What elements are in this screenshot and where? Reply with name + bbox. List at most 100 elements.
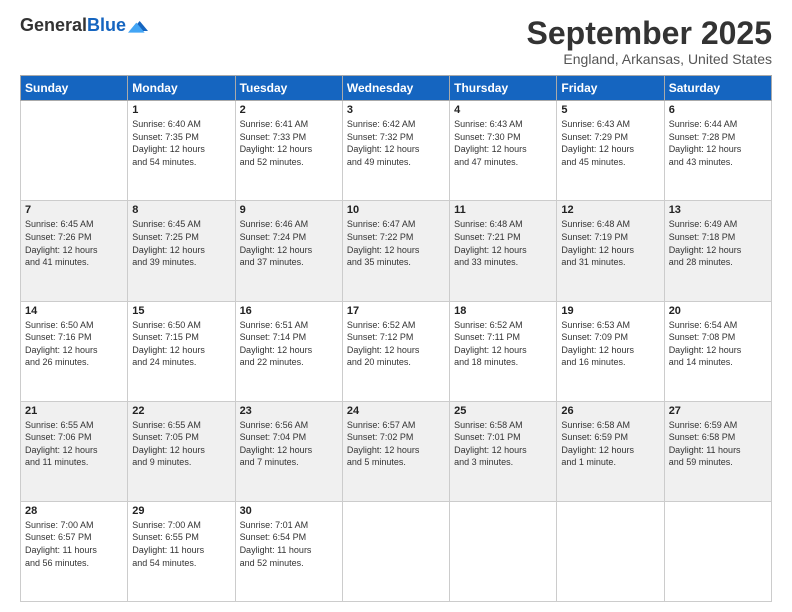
day-info: Sunrise: 6:52 AMSunset: 7:12 PMDaylight:… bbox=[347, 319, 445, 369]
day-number: 23 bbox=[240, 405, 338, 417]
title-section: September 2025 England, Arkansas, United… bbox=[527, 16, 772, 67]
day-number: 12 bbox=[561, 204, 659, 216]
table-row: 13 Sunrise: 6:49 AMSunset: 7:18 PMDayligh… bbox=[664, 201, 771, 301]
day-number: 26 bbox=[561, 405, 659, 417]
day-number: 7 bbox=[25, 204, 123, 216]
day-info: Sunrise: 7:00 AMSunset: 6:57 PMDaylight:… bbox=[25, 519, 123, 569]
col-friday: Friday bbox=[557, 76, 664, 101]
table-row: 26 Sunrise: 6:58 AMSunset: 6:59 PMDayligh… bbox=[557, 401, 664, 501]
day-number: 29 bbox=[132, 505, 230, 517]
day-number: 22 bbox=[132, 405, 230, 417]
logo: GeneralBlue bbox=[20, 16, 148, 36]
table-row: 4 Sunrise: 6:43 AMSunset: 7:30 PMDaylight… bbox=[450, 101, 557, 201]
table-row: 15 Sunrise: 6:50 AMSunset: 7:15 PMDayligh… bbox=[128, 301, 235, 401]
day-info: Sunrise: 6:43 AMSunset: 7:29 PMDaylight:… bbox=[561, 118, 659, 168]
day-info: Sunrise: 6:49 AMSunset: 7:18 PMDaylight:… bbox=[669, 218, 767, 268]
day-info: Sunrise: 6:58 AMSunset: 6:59 PMDaylight:… bbox=[561, 419, 659, 469]
day-info: Sunrise: 6:54 AMSunset: 7:08 PMDaylight:… bbox=[669, 319, 767, 369]
day-info: Sunrise: 6:48 AMSunset: 7:21 PMDaylight:… bbox=[454, 218, 552, 268]
day-number: 20 bbox=[669, 305, 767, 317]
calendar-week-row: 28 Sunrise: 7:00 AMSunset: 6:57 PMDayligh… bbox=[21, 501, 772, 601]
table-row: 30 Sunrise: 7:01 AMSunset: 6:54 PMDayligh… bbox=[235, 501, 342, 601]
day-number: 24 bbox=[347, 405, 445, 417]
table-row: 24 Sunrise: 6:57 AMSunset: 7:02 PMDayligh… bbox=[342, 401, 449, 501]
table-row: 16 Sunrise: 6:51 AMSunset: 7:14 PMDayligh… bbox=[235, 301, 342, 401]
col-monday: Monday bbox=[128, 76, 235, 101]
day-info: Sunrise: 6:50 AMSunset: 7:15 PMDaylight:… bbox=[132, 319, 230, 369]
day-number: 1 bbox=[132, 104, 230, 116]
table-row: 17Sunrise: 6:52 AMSunset: 7:12 PMDayligh… bbox=[342, 301, 449, 401]
table-row: 21Sunrise: 6:55 AMSunset: 7:06 PMDayligh… bbox=[21, 401, 128, 501]
col-thursday: Thursday bbox=[450, 76, 557, 101]
day-number: 11 bbox=[454, 204, 552, 216]
day-number: 30 bbox=[240, 505, 338, 517]
day-number: 4 bbox=[454, 104, 552, 116]
table-row: 22 Sunrise: 6:55 AMSunset: 7:05 PMDayligh… bbox=[128, 401, 235, 501]
day-info: Sunrise: 6:44 AMSunset: 7:28 PMDaylight:… bbox=[669, 118, 767, 168]
col-wednesday: Wednesday bbox=[342, 76, 449, 101]
table-row: 29 Sunrise: 7:00 AMSunset: 6:55 PMDayligh… bbox=[128, 501, 235, 601]
day-info: Sunrise: 6:55 AMSunset: 7:05 PMDaylight:… bbox=[132, 419, 230, 469]
day-number: 13 bbox=[669, 204, 767, 216]
day-number: 6 bbox=[669, 104, 767, 116]
day-number: 9 bbox=[240, 204, 338, 216]
day-info: Sunrise: 6:41 AMSunset: 7:33 PMDaylight:… bbox=[240, 118, 338, 168]
day-number: 2 bbox=[240, 104, 338, 116]
page: GeneralBlue September 2025 England, Arka… bbox=[0, 0, 792, 612]
calendar-table: Sunday Monday Tuesday Wednesday Thursday… bbox=[20, 75, 772, 602]
day-number: 19 bbox=[561, 305, 659, 317]
table-row: 12 Sunrise: 6:48 AMSunset: 7:19 PMDayligh… bbox=[557, 201, 664, 301]
calendar-week-row: 1Sunrise: 6:40 AMSunset: 7:35 PMDaylight… bbox=[21, 101, 772, 201]
day-info: Sunrise: 6:48 AMSunset: 7:19 PMDaylight:… bbox=[561, 218, 659, 268]
calendar-week-row: 7 Sunrise: 6:45 AMSunset: 7:26 PMDaylight… bbox=[21, 201, 772, 301]
day-number: 3 bbox=[347, 104, 445, 116]
table-row: 28 Sunrise: 7:00 AMSunset: 6:57 PMDayligh… bbox=[21, 501, 128, 601]
table-row bbox=[450, 501, 557, 601]
logo-text: GeneralBlue bbox=[20, 16, 126, 36]
header: GeneralBlue September 2025 England, Arka… bbox=[20, 16, 772, 67]
day-number: 15 bbox=[132, 305, 230, 317]
table-row: 20 Sunrise: 6:54 AMSunset: 7:08 PMDayligh… bbox=[664, 301, 771, 401]
table-row: 2 Sunrise: 6:41 AMSunset: 7:33 PMDaylight… bbox=[235, 101, 342, 201]
day-number: 28 bbox=[25, 505, 123, 517]
day-number: 18 bbox=[454, 305, 552, 317]
day-info: Sunrise: 6:59 AMSunset: 6:58 PMDaylight:… bbox=[669, 419, 767, 469]
table-row: 27 Sunrise: 6:59 AMSunset: 6:58 PMDayligh… bbox=[664, 401, 771, 501]
month-title: September 2025 bbox=[527, 16, 772, 51]
calendar-week-row: 21Sunrise: 6:55 AMSunset: 7:06 PMDayligh… bbox=[21, 401, 772, 501]
day-info: Sunrise: 6:52 AMSunset: 7:11 PMDaylight:… bbox=[454, 319, 552, 369]
table-row: 25 Sunrise: 6:58 AMSunset: 7:01 PMDayligh… bbox=[450, 401, 557, 501]
table-row bbox=[664, 501, 771, 601]
day-info: Sunrise: 6:43 AMSunset: 7:30 PMDaylight:… bbox=[454, 118, 552, 168]
day-info: Sunrise: 6:56 AMSunset: 7:04 PMDaylight:… bbox=[240, 419, 338, 469]
table-row: 14 Sunrise: 6:50 AMSunset: 7:16 PMDayligh… bbox=[21, 301, 128, 401]
logo-icon bbox=[128, 19, 148, 33]
day-number: 25 bbox=[454, 405, 552, 417]
calendar-week-row: 14 Sunrise: 6:50 AMSunset: 7:16 PMDayligh… bbox=[21, 301, 772, 401]
day-number: 14 bbox=[25, 305, 123, 317]
col-tuesday: Tuesday bbox=[235, 76, 342, 101]
day-info: Sunrise: 6:47 AMSunset: 7:22 PMDaylight:… bbox=[347, 218, 445, 268]
day-info: Sunrise: 6:58 AMSunset: 7:01 PMDaylight:… bbox=[454, 419, 552, 469]
day-info: Sunrise: 6:50 AMSunset: 7:16 PMDaylight:… bbox=[25, 319, 123, 369]
day-info: Sunrise: 6:45 AMSunset: 7:26 PMDaylight:… bbox=[25, 218, 123, 268]
day-number: 16 bbox=[240, 305, 338, 317]
table-row bbox=[557, 501, 664, 601]
day-info: Sunrise: 6:46 AMSunset: 7:24 PMDaylight:… bbox=[240, 218, 338, 268]
location-subtitle: England, Arkansas, United States bbox=[527, 51, 772, 67]
table-row: 10Sunrise: 6:47 AMSunset: 7:22 PMDayligh… bbox=[342, 201, 449, 301]
table-row: 18 Sunrise: 6:52 AMSunset: 7:11 PMDayligh… bbox=[450, 301, 557, 401]
day-info: Sunrise: 6:51 AMSunset: 7:14 PMDaylight:… bbox=[240, 319, 338, 369]
day-info: Sunrise: 6:42 AMSunset: 7:32 PMDaylight:… bbox=[347, 118, 445, 168]
day-info: Sunrise: 7:00 AMSunset: 6:55 PMDaylight:… bbox=[132, 519, 230, 569]
day-number: 8 bbox=[132, 204, 230, 216]
day-info: Sunrise: 6:57 AMSunset: 7:02 PMDaylight:… bbox=[347, 419, 445, 469]
table-row: 3 Sunrise: 6:42 AMSunset: 7:32 PMDaylight… bbox=[342, 101, 449, 201]
table-row: 23 Sunrise: 6:56 AMSunset: 7:04 PMDayligh… bbox=[235, 401, 342, 501]
day-info: Sunrise: 7:01 AMSunset: 6:54 PMDaylight:… bbox=[240, 519, 338, 569]
table-row: 19Sunrise: 6:53 AMSunset: 7:09 PMDayligh… bbox=[557, 301, 664, 401]
day-number: 27 bbox=[669, 405, 767, 417]
table-row: 1Sunrise: 6:40 AMSunset: 7:35 PMDaylight… bbox=[128, 101, 235, 201]
day-info: Sunrise: 6:45 AMSunset: 7:25 PMDaylight:… bbox=[132, 218, 230, 268]
table-row: 9 Sunrise: 6:46 AMSunset: 7:24 PMDaylight… bbox=[235, 201, 342, 301]
